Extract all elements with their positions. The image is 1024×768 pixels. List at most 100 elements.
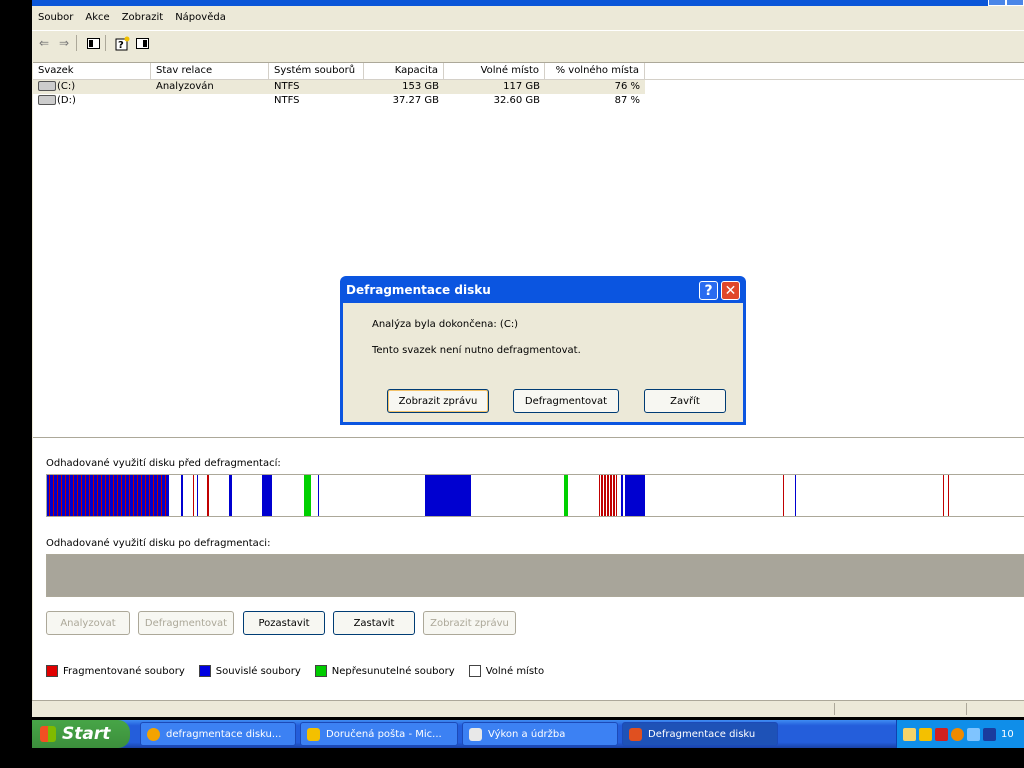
start-label: Start [62,724,111,744]
disk-map-after [46,554,1024,597]
stop-button[interactable]: Zastavit [333,611,415,635]
menu-view[interactable]: Zobrazit [116,12,170,23]
col-file-system[interactable]: Systém souborů [269,63,364,79]
analyze-button[interactable]: Analyzovat [46,611,130,635]
disk-map-segment-fragmented [117,475,118,516]
capacity-cell: 153 GB [402,81,439,92]
col-capacity[interactable]: Kapacita [364,63,444,79]
show-hide-console-tree-icon[interactable] [85,35,101,51]
disk-map-segment-contiguous [262,475,272,516]
disk-map-segment-free [600,475,601,516]
menu-file[interactable]: Soubor [32,12,79,23]
disk-map-segment-fragmented [65,475,66,516]
close-icon[interactable]: ✕ [721,281,740,300]
legend-swatch-unmovable [314,665,327,677]
table-row[interactable]: (D:) NTFS 37.27 GB 32.60 GB 87 % [33,94,1024,108]
disk-map-segment-contiguous [425,475,471,516]
legend-label: Nepřesunutelné soubory [331,665,455,677]
start-button[interactable]: Start [32,720,130,748]
drive-icon [38,95,56,105]
outlook-tray-icon[interactable] [919,727,932,741]
disk-map-segment-fragmented [161,475,162,516]
col-volume[interactable]: Svazek [33,63,151,79]
disk-map-segment-fragmented [105,475,106,516]
col-free-percent[interactable]: % volného místa [545,63,645,79]
taskbar-item-defrag[interactable]: Defragmentace disku [622,722,778,746]
help-icon[interactable]: ? [114,35,130,51]
browser-icon [147,727,160,741]
taskbar-item-browser[interactable]: defragmentace disku... [140,722,296,746]
volume-list-header: Svazek Stav relace Systém souborů Kapaci… [33,63,1024,80]
table-row[interactable]: (C:) Analyzován NTFS 153 GB 117 GB 76 % [33,80,645,94]
disk-map-segment-fragmented [121,475,122,516]
status-bar [32,700,1024,717]
pct-cell: 87 % [614,95,640,106]
fs-cell: NTFS [274,81,300,92]
system-tray: 10 [896,720,1024,748]
disk-map-segment-free [612,475,613,516]
performance-icon [469,727,482,741]
legend-label: Souvislé soubory [215,665,301,677]
windows-logo-icon [40,726,56,742]
disk-map-segment-fragmented [943,475,944,516]
disk-map-segment-fragmented [81,475,82,516]
network-tray-icon[interactable] [967,727,980,741]
disk-map-segment-fragmented [783,475,784,516]
status-cell [151,94,269,108]
menu-bar: Soubor Akce Zobrazit Nápověda [32,6,1024,28]
dialog-view-report-button[interactable]: Zobrazit zprávu [387,389,489,413]
legend-swatch-free [468,665,481,677]
forward-arrow-icon[interactable]: ⇒ [56,35,72,51]
col-session-status[interactable]: Stav relace [151,63,269,79]
messenger-tray-icon[interactable] [983,727,996,741]
updater-tray-icon[interactable] [951,727,964,741]
col-free-space[interactable]: Volné místo [444,63,545,79]
dialog-close-button[interactable]: Zavřít [644,389,726,413]
status-pane [834,703,965,715]
disk-map-segment-fragmented [133,475,134,516]
menu-action[interactable]: Akce [79,12,115,23]
taskbar-item-performance[interactable]: Výkon a údržba [462,722,618,746]
legend-item: Souvislé soubory [198,665,301,677]
taskbar-item-mail[interactable]: Doručená pošta - Mic... [300,722,458,746]
disk-map-segment-fragmented [53,475,54,516]
disk-map-segment-fragmented [85,475,86,516]
disk-map-segment-fragmented [207,475,209,516]
menu-help[interactable]: Nápověda [169,12,232,23]
mail-tray-icon[interactable] [903,727,916,741]
disk-map-segment-fragmented [57,475,58,516]
disk-map-segment-free [603,475,604,516]
disk-map-segment-fragmented [125,475,126,516]
legend-item: Fragmentované soubory [46,665,185,677]
antivirus-tray-icon[interactable] [935,727,948,741]
disk-map-segment-contiguous [197,475,198,516]
legend-item: Volné místo [468,665,545,677]
properties-icon[interactable] [134,35,150,51]
svg-text:?: ? [118,40,124,51]
status-pane [966,703,1024,715]
free-cell: 117 GB [503,81,540,92]
legend-label: Fragmentované soubory [63,665,185,677]
clock: 10 [1001,728,1014,740]
disk-map-segment-fragmented [149,475,150,516]
disk-map-segment-contiguous [625,475,645,516]
legend-label: Volné místo [485,665,545,677]
capacity-cell: 37.27 GB [392,95,439,106]
help-icon[interactable]: ? [699,281,718,300]
disk-map-before [46,474,1024,517]
legend-swatch-fragmented [46,665,58,677]
defrag-complete-dialog: Defragmentace disku ? ✕ Analýza byla dok… [340,276,746,425]
disk-map-segment-fragmented [193,475,194,516]
disk-map-segment-fragmented [77,475,78,516]
dialog-defragment-button[interactable]: Defragmentovat [513,389,619,413]
pause-button[interactable]: Pozastavit [243,611,325,635]
dialog-title: Defragmentace disku [346,283,491,297]
disk-map-segment-fragmented [165,475,166,516]
disk-map-segment-contiguous [621,475,623,516]
view-report-button[interactable]: Zobrazit zprávu [423,611,516,635]
legend-swatch-contiguous [198,665,211,677]
toolbar-separator [76,35,77,51]
back-arrow-icon[interactable]: ⇐ [36,35,52,51]
toolbar-separator [105,35,106,51]
defragment-button[interactable]: Defragmentovat [138,611,234,635]
